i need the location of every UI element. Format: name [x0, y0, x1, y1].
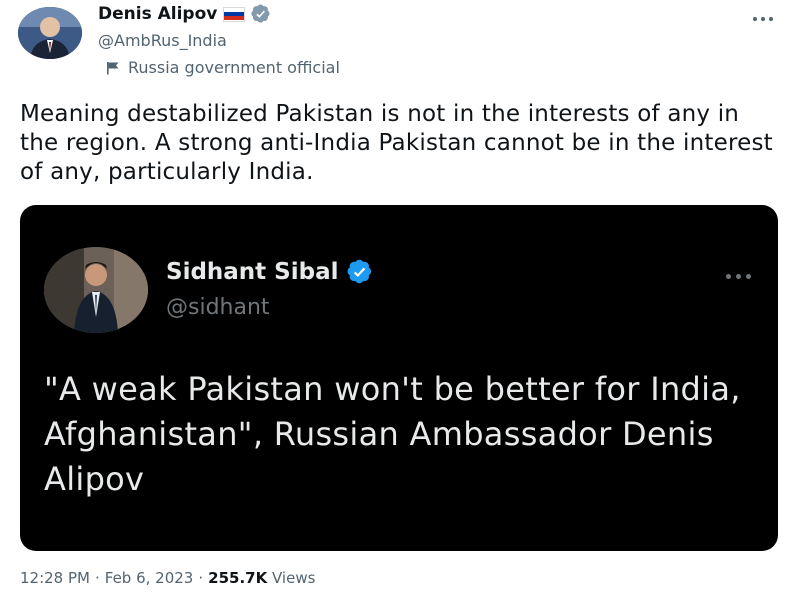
flag-pole-icon	[107, 61, 119, 74]
quoted-verified-badge-icon	[347, 259, 371, 284]
quoted-tweet-text: "A weak Pakistan won't be better for Ind…	[44, 370, 741, 498]
meta-separator: ·	[94, 569, 100, 587]
government-label-text: Russia government official	[128, 58, 340, 77]
author-handle[interactable]: @AmbRus_India	[98, 31, 227, 50]
tweet-text: Meaning destabilized Pakistan is not in …	[20, 101, 773, 185]
verified-badge-icon[interactable]	[251, 4, 271, 24]
tweet-time[interactable]: 12:28 PM	[20, 569, 90, 587]
russia-flag-icon	[223, 6, 246, 22]
tweet-date[interactable]: Feb 6, 2023	[105, 569, 194, 587]
quoted-tweet-image[interactable]: Sidhant Sibal @sidhant "A weak Pakistan …	[20, 205, 778, 551]
government-label[interactable]: Russia government official	[106, 58, 340, 77]
quoted-name-row: Sidhant Sibal	[166, 259, 373, 285]
tweet-metadata: 12:28 PM · Feb 6, 2023 · 255.7K Views	[20, 569, 315, 587]
quoted-handle: @sidhant	[166, 295, 270, 320]
quoted-display-name: Sidhant Sibal	[166, 259, 339, 285]
more-options-icon[interactable]	[750, 10, 776, 28]
quoted-author-avatar	[44, 247, 148, 333]
tweet: Denis Alipov @AmbRus_India Russia govern…	[0, 0, 800, 600]
quoted-more-options-icon	[722, 267, 754, 285]
views-label: Views	[272, 569, 316, 587]
author-name-row: Denis Alipov	[98, 4, 271, 24]
meta-separator: ·	[198, 569, 204, 587]
author-display-name[interactable]: Denis Alipov	[98, 4, 217, 24]
views-count[interactable]: 255.7K	[208, 569, 267, 587]
author-avatar[interactable]	[18, 7, 82, 59]
